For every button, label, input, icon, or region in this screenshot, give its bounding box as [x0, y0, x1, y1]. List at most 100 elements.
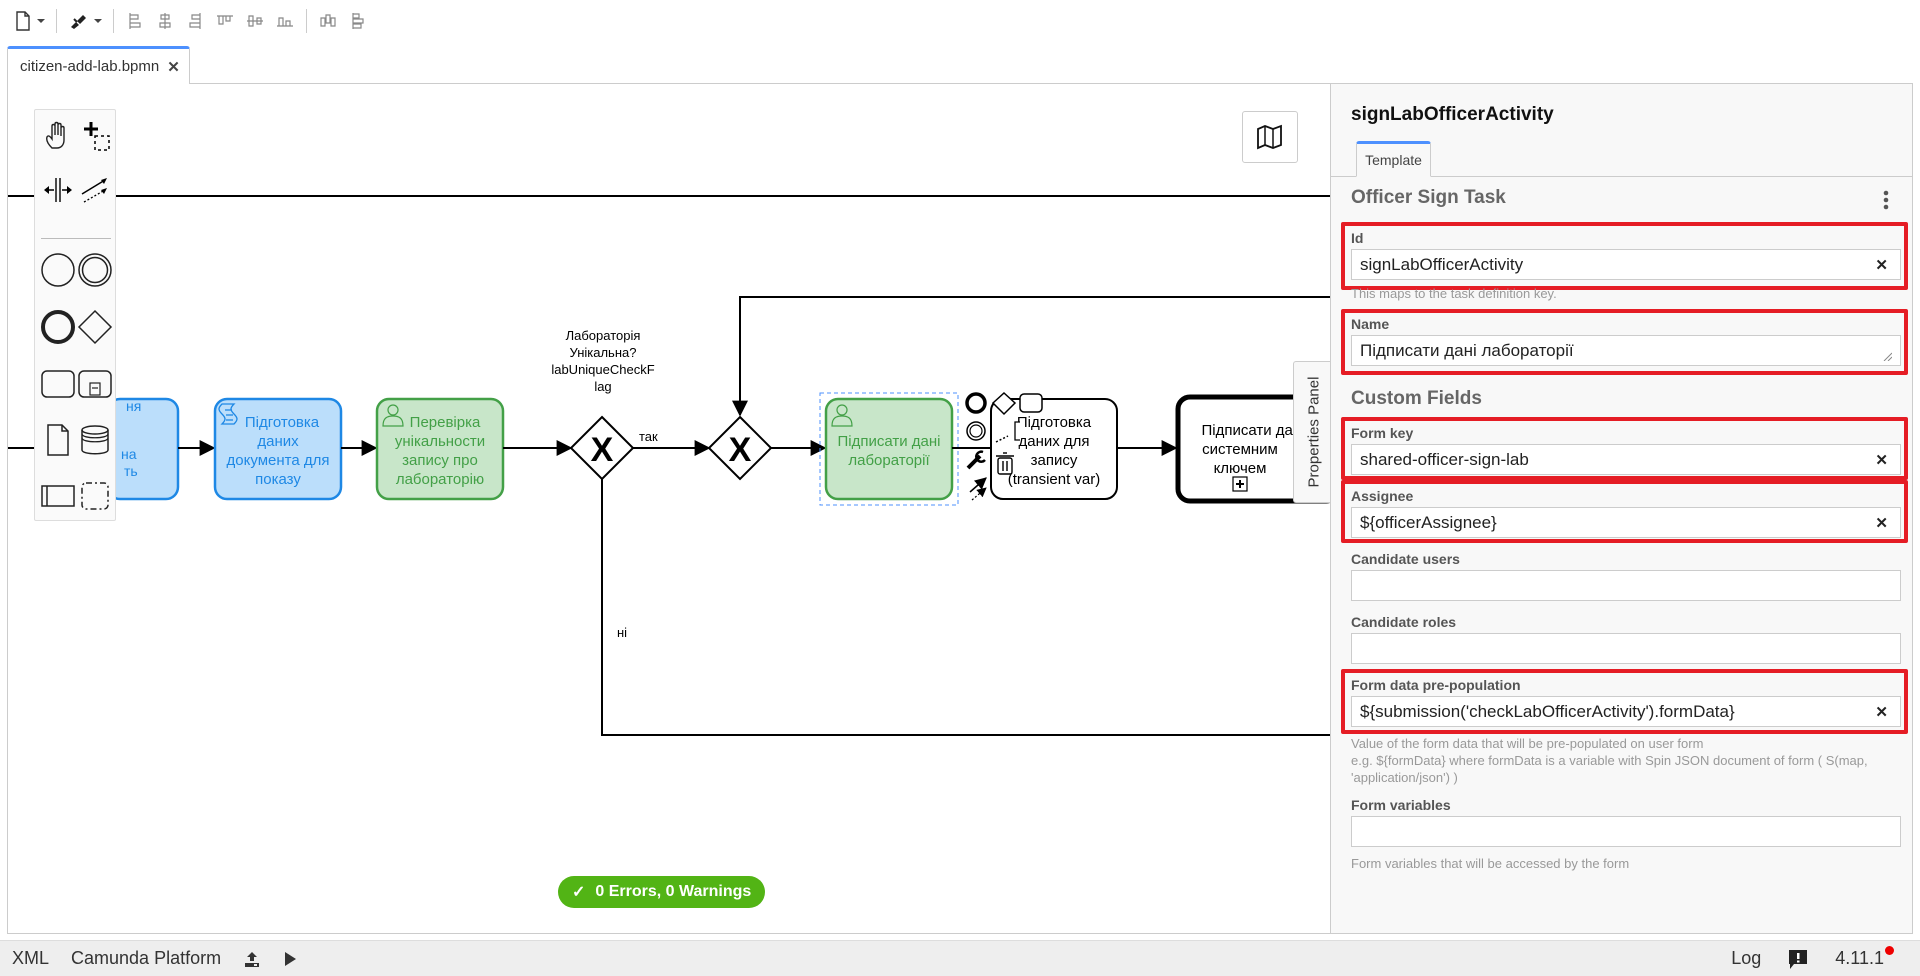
- new-file-icon: [16, 11, 30, 31]
- task-prepare-doc[interactable]: Підготовка даних документа для показу: [213, 397, 343, 501]
- tab-label: citizen-add-lab.bpmn: [20, 58, 160, 75]
- align-left-icon: [129, 13, 141, 29]
- create-gateway-button[interactable]: [75, 307, 115, 347]
- append-task-icon[interactable]: [1019, 393, 1043, 413]
- field-assignee: Assignee ${officerAssignee} ✕: [1351, 487, 1901, 538]
- gateway-merge[interactable]: X: [707, 415, 773, 481]
- task-sign-officer[interactable]: Підписати дані лабораторії: [819, 392, 959, 506]
- create-group-button[interactable]: [75, 476, 115, 516]
- form-data-input[interactable]: ${submission('checkLabOfficerActivity').…: [1351, 696, 1901, 727]
- chevron-down-icon: [37, 19, 45, 23]
- wrench-icon[interactable]: [966, 450, 986, 470]
- expand-marker-icon[interactable]: [1232, 476, 1248, 492]
- new-file-button[interactable]: [10, 6, 50, 36]
- form-variables-input[interactable]: [1351, 816, 1901, 847]
- gateway-unique[interactable]: X: [569, 415, 635, 481]
- align-top-button[interactable]: [210, 6, 240, 36]
- lasso-tool-button[interactable]: [75, 116, 115, 156]
- id-input[interactable]: signLabOfficerActivity ✕: [1351, 249, 1901, 280]
- space-tool-button[interactable]: [38, 170, 78, 210]
- global-connect-tool-button[interactable]: [75, 170, 115, 210]
- distribute-horizontal-icon: [320, 14, 336, 27]
- create-subprocess-button[interactable]: [75, 364, 115, 404]
- xml-view-button[interactable]: XML: [12, 948, 49, 969]
- deploy-button[interactable]: [243, 950, 261, 968]
- append-end-event-icon[interactable]: [965, 392, 987, 414]
- tab-citizen-add-lab[interactable]: citizen-add-lab.bpmn ✕: [7, 46, 190, 84]
- candidate-roles-input[interactable]: [1351, 633, 1901, 664]
- resize-grip-icon[interactable]: [1882, 351, 1892, 361]
- create-end-event-button[interactable]: [38, 307, 78, 347]
- hand-icon: [46, 121, 65, 149]
- distribute-horizontal-button[interactable]: [313, 6, 343, 36]
- tab-template[interactable]: Template: [1356, 141, 1431, 177]
- upload-icon: [245, 951, 260, 967]
- feedback-icon: [1789, 949, 1808, 969]
- create-data-store-button[interactable]: [75, 420, 115, 460]
- palette-divider: [41, 238, 111, 239]
- candidate-users-input[interactable]: [1351, 570, 1901, 601]
- align-center-button[interactable]: [150, 6, 180, 36]
- align-bottom-button[interactable]: [270, 6, 300, 36]
- feedback-button[interactable]: [1787, 948, 1809, 970]
- bpmn-diagram[interactable]: ня на ть Підготовка даних документа для пок…: [8, 84, 1330, 934]
- align-left-button[interactable]: [120, 6, 150, 36]
- create-start-event-button[interactable]: [38, 250, 78, 290]
- append-text-annotation-icon[interactable]: [1014, 421, 1020, 441]
- close-icon[interactable]: ✕: [167, 58, 180, 76]
- properties-panel-toggle[interactable]: Properties Panel: [1293, 361, 1333, 503]
- connect-icon[interactable]: [969, 477, 987, 501]
- group-icon: [81, 482, 109, 510]
- status-bar: XML Camunda Platform Log 4.11.1: [0, 940, 1920, 976]
- bpmn-canvas[interactable]: ня на ть Підготовка даних документа для пок…: [7, 83, 1913, 934]
- trash-icon[interactable]: [996, 452, 1014, 475]
- align-right-icon: [189, 13, 201, 29]
- field-label: Id: [1351, 230, 1364, 246]
- color-picker-button[interactable]: [63, 6, 107, 36]
- distribute-vertical-button[interactable]: [343, 6, 373, 36]
- align-middle-button[interactable]: [240, 6, 270, 36]
- align-right-button[interactable]: [180, 6, 210, 36]
- hand-tool-button[interactable]: [38, 116, 78, 156]
- create-intermediate-event-button[interactable]: [75, 250, 115, 290]
- flow-label-yes: так: [639, 429, 658, 444]
- clear-icon[interactable]: ✕: [1875, 703, 1888, 721]
- minimap-toggle-button[interactable]: [1242, 111, 1298, 163]
- field-candidate-roles: Candidate roles: [1351, 613, 1901, 664]
- assignee-input[interactable]: ${officerAssignee} ✕: [1351, 507, 1901, 538]
- toolbar-divider: [306, 9, 307, 33]
- task-prepare-record[interactable]: Підготовка даних для запису (transient var): [990, 398, 1118, 500]
- data-object-icon: [47, 424, 69, 456]
- task-partial[interactable]: ня на ть: [106, 397, 180, 501]
- lint-status-badge[interactable]: ✓ 0 Errors, 0 Warnings: [558, 876, 766, 908]
- clear-icon[interactable]: ✕: [1875, 514, 1888, 532]
- create-pool-button[interactable]: [38, 476, 78, 516]
- clear-icon[interactable]: ✕: [1875, 451, 1888, 469]
- chevron-down-icon: [94, 19, 102, 23]
- svg-text:X: X: [729, 431, 752, 469]
- field-label: Assignee: [1351, 488, 1414, 504]
- align-bottom-icon: [277, 17, 293, 27]
- start-instance-button[interactable]: [283, 951, 297, 967]
- lint-status-text: 0 Errors, 0 Warnings: [595, 883, 752, 900]
- svg-text:ть: ть: [124, 463, 138, 479]
- create-data-object-button[interactable]: [38, 420, 78, 460]
- field-label: Form key: [1351, 425, 1414, 441]
- task-check-unique[interactable]: Перевірка унікальности запису про лаборатор…: [375, 397, 505, 501]
- align-middle-icon: [247, 15, 263, 27]
- form-key-input[interactable]: shared-officer-sign-lab ✕: [1351, 444, 1901, 475]
- properties-panel-toggle-label: Properties Panel: [1305, 376, 1322, 488]
- log-button[interactable]: Log: [1731, 948, 1761, 969]
- tab-bar: citizen-add-lab.bpmn ✕: [0, 42, 1920, 84]
- more-options-button[interactable]: [1882, 190, 1890, 215]
- map-icon: [1257, 124, 1282, 150]
- name-textarea[interactable]: Підписати дані лабораторії: [1351, 335, 1901, 366]
- clear-icon[interactable]: ✕: [1875, 256, 1888, 274]
- space-tool-icon: [44, 178, 72, 202]
- paint-brush-icon: [71, 15, 86, 29]
- version-info[interactable]: 4.11.1: [1835, 946, 1894, 969]
- create-task-button[interactable]: [38, 364, 78, 404]
- platform-selector[interactable]: Camunda Platform: [71, 948, 221, 969]
- notification-dot: [1885, 946, 1894, 955]
- align-center-icon: [159, 13, 171, 29]
